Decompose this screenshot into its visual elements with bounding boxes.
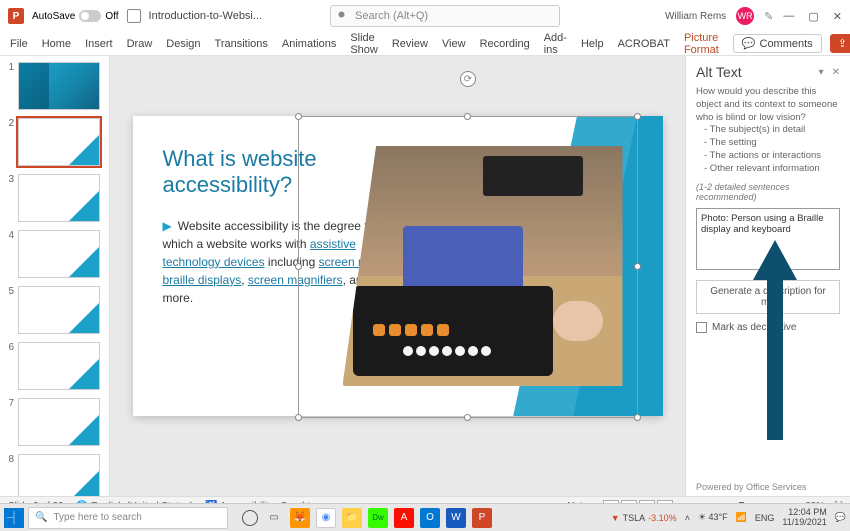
tab-insert[interactable]: Insert	[85, 38, 113, 50]
alt-text-instructions: How would you describe this object and i…	[696, 86, 840, 176]
weather-widget[interactable]: ☀ 43°F	[698, 512, 728, 523]
language-tray[interactable]: ENG	[755, 513, 775, 523]
tab-help[interactable]: Help	[581, 38, 604, 50]
tab-design[interactable]: Design	[166, 38, 200, 50]
selection-outline: ⟳	[298, 116, 638, 418]
tab-acrobat[interactable]: ACROBAT	[618, 38, 670, 50]
resize-handle-n[interactable]	[464, 113, 471, 120]
explorer-icon[interactable]: 📁	[342, 508, 362, 528]
thumbnail-5[interactable]	[18, 286, 100, 334]
share-button[interactable]: ⇪ Share	[830, 34, 850, 53]
panel-close-icon[interactable]: ✕	[832, 67, 840, 78]
tab-picture-format[interactable]: Picture Format	[684, 32, 719, 56]
document-title[interactable]: Introduction-to-Websi...	[149, 10, 263, 22]
search-input[interactable]: Search (Alt+Q)	[330, 5, 560, 27]
taskbar-search[interactable]: 🔍 Type here to search	[28, 507, 228, 529]
tab-transitions[interactable]: Transitions	[215, 38, 268, 50]
tab-view[interactable]: View	[442, 38, 466, 50]
thumbnail-8[interactable]	[18, 454, 100, 496]
powerpoint-logo-icon: P	[8, 8, 24, 24]
resize-handle-w[interactable]	[295, 263, 302, 270]
close-button[interactable]: ✕	[833, 10, 842, 23]
alt-text-input[interactable]	[696, 208, 840, 270]
tab-addins[interactable]: Add-ins	[544, 32, 567, 56]
autosave-state: Off	[105, 11, 118, 22]
panel-title: Alt Text	[696, 64, 742, 80]
mic-icon[interactable]: ✎	[764, 10, 773, 23]
tab-animations[interactable]: Animations	[282, 38, 336, 50]
wifi-icon[interactable]: 📶	[736, 512, 747, 523]
outlook-icon[interactable]: O	[420, 508, 440, 528]
slide-editor[interactable]: What is website accessibility? ▶Website …	[110, 56, 685, 496]
title-bar: P AutoSave Off Introduction-to-Websi... …	[0, 0, 850, 32]
stock-widget[interactable]: ▼ TSLA -3.10%	[611, 513, 677, 523]
tray-expand-icon[interactable]: ˄	[685, 513, 690, 523]
tab-recording[interactable]: Recording	[480, 38, 530, 50]
word-icon[interactable]: W	[446, 508, 466, 528]
resize-handle-sw[interactable]	[295, 414, 302, 421]
thumbnail-2[interactable]	[18, 118, 100, 166]
tab-slideshow[interactable]: Slide Show	[350, 32, 378, 56]
checkbox-icon	[696, 322, 707, 333]
comments-button[interactable]: 💬 Comments	[733, 34, 822, 53]
share-icon: ⇪	[838, 37, 847, 50]
thumbnail-4[interactable]	[18, 230, 100, 278]
maximize-button[interactable]: ▢	[808, 10, 818, 23]
taskview-icon[interactable]: ▭	[264, 508, 284, 528]
toggle-icon	[79, 10, 101, 22]
comment-icon: 💬	[742, 37, 756, 50]
notifications-icon[interactable]: 💬	[835, 512, 846, 523]
autosave-toggle[interactable]: AutoSave Off	[32, 10, 119, 22]
search-placeholder: Search (Alt+Q)	[355, 10, 428, 22]
link-braille[interactable]: braille displays	[163, 273, 242, 287]
minimize-button[interactable]: —	[783, 10, 794, 23]
avatar[interactable]: WR	[736, 7, 754, 25]
ribbon: File Home Insert Draw Design Transitions…	[0, 32, 850, 56]
start-button[interactable]	[4, 508, 24, 528]
panel-options-icon[interactable]: ▾	[819, 67, 824, 78]
user-name[interactable]: William Rems	[665, 11, 726, 22]
powerpoint-taskbar-icon[interactable]: P	[472, 508, 492, 528]
panel-footer: Powered by Office Services	[696, 482, 806, 492]
chrome-icon[interactable]: ◉	[316, 508, 336, 528]
thumbnail-7[interactable]	[18, 398, 100, 446]
workspace: 1 2 3 4 5 6 7 8 What is website accessib…	[0, 56, 850, 496]
tab-home[interactable]: Home	[42, 38, 71, 50]
firefox-icon[interactable]: 🦊	[290, 508, 310, 528]
alt-text-panel: Alt Text ▾ ✕ How would you describe this…	[685, 56, 850, 496]
bullet-icon: ▶	[163, 219, 172, 233]
resize-handle-nw[interactable]	[295, 113, 302, 120]
resize-handle-e[interactable]	[634, 263, 641, 270]
cortana-icon[interactable]	[242, 510, 258, 526]
thumbnail-1[interactable]	[18, 62, 100, 110]
resize-handle-ne[interactable]	[634, 113, 641, 120]
search-icon	[337, 10, 349, 22]
thumbnail-panel[interactable]: 1 2 3 4 5 6 7 8	[0, 56, 110, 496]
tab-review[interactable]: Review	[392, 38, 428, 50]
windows-taskbar: 🔍 Type here to search ▭ 🦊 ◉ 📁 Dw A O W P…	[0, 503, 850, 531]
search-icon: 🔍	[35, 512, 47, 523]
tab-file[interactable]: File	[10, 38, 28, 50]
save-icon[interactable]	[127, 9, 141, 23]
alt-text-hint: (1-2 detailed sentences recommended)	[696, 182, 840, 202]
mark-decorative-checkbox[interactable]: Mark as decorative	[696, 322, 840, 333]
tab-draw[interactable]: Draw	[127, 38, 153, 50]
autosave-label: AutoSave	[32, 11, 75, 22]
thumbnail-3[interactable]	[18, 174, 100, 222]
resize-handle-s[interactable]	[464, 414, 471, 421]
rotate-handle[interactable]: ⟳	[460, 71, 476, 87]
clock[interactable]: 12:04 PM 11/19/2021	[782, 508, 826, 528]
generate-description-button[interactable]: Generate a description for me	[696, 280, 840, 314]
resize-handle-se[interactable]	[634, 414, 641, 421]
acrobat-icon[interactable]: A	[394, 508, 414, 528]
dreamweaver-icon[interactable]: Dw	[368, 508, 388, 528]
thumbnail-6[interactable]	[18, 342, 100, 390]
